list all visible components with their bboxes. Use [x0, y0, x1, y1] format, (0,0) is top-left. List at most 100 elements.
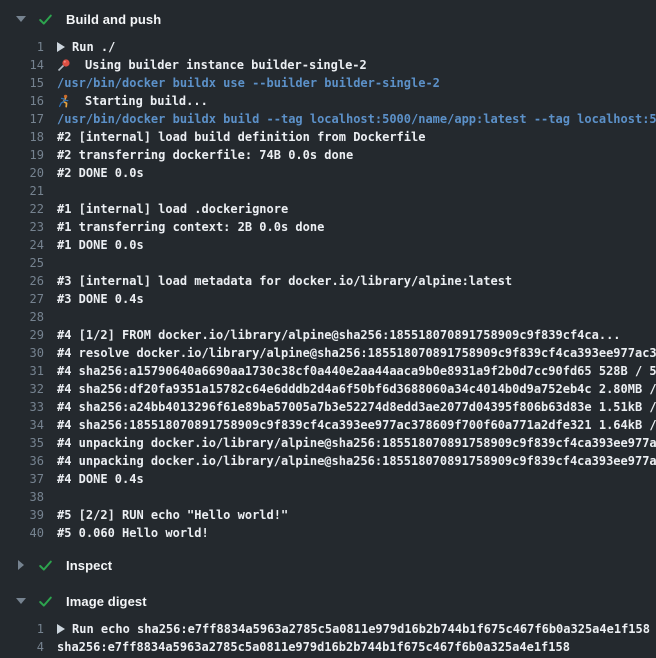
log-text: #4 sha256:185518070891758909c9f839cf4ca3… [57, 418, 656, 432]
section-header-build-and-push[interactable]: Build and push [0, 8, 656, 30]
line-number[interactable]: 27 [0, 292, 44, 306]
line-number[interactable]: 25 [0, 256, 44, 270]
line-number[interactable]: 20 [0, 166, 44, 180]
log-text: /usr/bin/docker buildx build --tag local… [57, 112, 656, 126]
section-header-inspect[interactable]: Inspect [0, 554, 656, 576]
log-text: #5 0.060 Hello world! [57, 526, 209, 540]
line-number[interactable]: 39 [0, 508, 44, 522]
chevron-right-icon[interactable] [14, 560, 27, 570]
line-number[interactable]: 28 [0, 310, 44, 324]
line-number[interactable]: 37 [0, 472, 44, 486]
log-text: #4 [1/2] FROM docker.io/library/alpine@s… [57, 328, 621, 342]
play-icon[interactable] [57, 42, 72, 52]
log-line: 29 #4 [1/2] FROM docker.io/library/alpine… [0, 326, 656, 344]
log-text: #4 unpacking docker.io/library/alpine@sh… [57, 436, 656, 450]
line-number[interactable]: 38 [0, 490, 44, 504]
line-number[interactable]: 30 [0, 346, 44, 360]
log-line: 33 #4 sha256:a24bb4013296f61e89ba57005a7b… [0, 398, 656, 416]
log-line: 34 #4 sha256:185518070891758909c9f839cf4c… [0, 416, 656, 434]
log-line: 40 #5 0.060 Hello world! [0, 524, 656, 542]
log-text: #4 resolve docker.io/library/alpine@sha2… [57, 346, 656, 360]
log-text: Run ./ [72, 40, 115, 54]
log-line: 35 #4 unpacking docker.io/library/alpine@… [0, 434, 656, 452]
log-text: #2 [internal] load build definition from… [57, 130, 425, 144]
section-title: Image digest [66, 594, 147, 609]
line-number[interactable]: 33 [0, 400, 44, 414]
log-line: 28 [0, 308, 656, 326]
line-number[interactable]: 23 [0, 220, 44, 234]
line-number[interactable]: 16 [0, 94, 44, 108]
line-number[interactable]: 35 [0, 436, 44, 450]
section-inspect: Inspect [0, 554, 656, 590]
log-line: 19 #2 transferring dockerfile: 74B 0.0s d… [0, 146, 656, 164]
log-text: Run echo sha256:e7ff8834a5963a2785c5a081… [72, 622, 650, 636]
log-line: 21 [0, 182, 656, 200]
chevron-down-icon[interactable] [14, 598, 27, 604]
log-text: sha256:e7ff8834a5963a2785c5a0811e979d16b… [57, 640, 570, 654]
log-text: #1 transferring context: 2B 0.0s done [57, 220, 324, 234]
section-image-digest: Image digest 1 Run echo sha256:e7ff8834a5… [0, 590, 656, 656]
log-text: #4 sha256:a24bb4013296f61e89ba57005a7b3e… [57, 400, 656, 414]
line-number[interactable]: 4 [0, 640, 44, 654]
line-number[interactable]: 26 [0, 274, 44, 288]
log-line: 32 #4 sha256:df20fa9351a15782c64e6dddb2d4… [0, 380, 656, 398]
section-build-and-push: Build and push 1 Run ./ 14 Using builder in… [0, 8, 656, 554]
line-number[interactable]: 18 [0, 130, 44, 144]
log-line: 37 #4 DONE 0.4s [0, 470, 656, 488]
log-text: Starting build... [85, 94, 208, 108]
line-number[interactable]: 15 [0, 76, 44, 90]
chevron-down-icon[interactable] [14, 16, 27, 22]
log-line: 15/usr/bin/docker buildx use --builder b… [0, 74, 656, 92]
line-number[interactable]: 24 [0, 238, 44, 252]
log-line: 18 #2 [internal] load build definition fr… [0, 128, 656, 146]
log-line: 1 Run ./ [0, 38, 656, 56]
section-title: Inspect [66, 558, 112, 573]
log-text: #4 sha256:df20fa9351a15782c64e6dddb2d4a6… [57, 382, 656, 396]
check-success-icon [38, 558, 54, 573]
log-text: /usr/bin/docker buildx use --builder bui… [57, 76, 440, 90]
log-text: #3 DONE 0.4s [57, 292, 144, 306]
log-line: 26 #3 [internal] load metadata for docker… [0, 272, 656, 290]
runner-icon [57, 94, 85, 108]
log-text: #3 [internal] load metadata for docker.i… [57, 274, 512, 288]
log-text: #2 transferring dockerfile: 74B 0.0s don… [57, 148, 353, 162]
line-number[interactable]: 21 [0, 184, 44, 198]
log-line: 38 [0, 488, 656, 506]
play-icon[interactable] [57, 624, 72, 634]
log-line: 16 Starting build... [0, 92, 656, 110]
line-number[interactable]: 34 [0, 418, 44, 432]
line-number[interactable]: 1 [0, 622, 44, 636]
section-header-image-digest[interactable]: Image digest [0, 590, 656, 612]
log-text: #2 DONE 0.0s [57, 166, 144, 180]
line-number[interactable]: 31 [0, 364, 44, 378]
log-text: #4 sha256:a15790640a6690aa1730c38cf0a440… [57, 364, 656, 378]
line-number[interactable]: 36 [0, 454, 44, 468]
line-number[interactable]: 17 [0, 112, 44, 126]
line-number[interactable]: 14 [0, 58, 44, 72]
workflow-log-viewer: Build and push 1Run ./14Using builder in… [0, 0, 656, 656]
log-text: #5 [2/2] RUN echo "Hello world!" [57, 508, 288, 522]
log-text: Using builder instance builder-single-2 [85, 58, 367, 72]
log-line: 17/usr/bin/docker buildx build --tag loc… [0, 110, 656, 128]
log-line: 1 Run echo sha256:e7ff8834a5963a2785c5a08… [0, 620, 656, 638]
log-text: #4 DONE 0.4s [57, 472, 144, 486]
pushpin-icon [57, 58, 85, 72]
line-number[interactable]: 1 [0, 40, 44, 54]
line-number[interactable]: 22 [0, 202, 44, 216]
log-line: 31 #4 sha256:a15790640a6690aa1730c38cf0a4… [0, 362, 656, 380]
log-line: 22 #1 [internal] load .dockerignore [0, 200, 656, 218]
line-number[interactable]: 32 [0, 382, 44, 396]
log-line: 4 sha256:e7ff8834a5963a2785c5a0811e979d16… [0, 638, 656, 656]
log-line: 23 #1 transferring context: 2B 0.0s done [0, 218, 656, 236]
line-number[interactable]: 40 [0, 526, 44, 540]
log-lines-image-digest: 1 Run echo sha256:e7ff8834a5963a2785c5a08… [0, 612, 656, 656]
log-text: #1 [internal] load .dockerignore [57, 202, 288, 216]
log-text: #4 unpacking docker.io/library/alpine@sh… [57, 454, 656, 468]
line-number[interactable]: 29 [0, 328, 44, 342]
log-lines-build-and-push: 1 Run ./ 14 Using builder instance builder-… [0, 30, 656, 554]
log-line: 39 #5 [2/2] RUN echo "Hello world!" [0, 506, 656, 524]
log-line: 27 #3 DONE 0.4s [0, 290, 656, 308]
line-number[interactable]: 19 [0, 148, 44, 162]
log-line: 36 #4 unpacking docker.io/library/alpine@… [0, 452, 656, 470]
log-line: 24#1 DONE 0.0s [0, 236, 656, 254]
